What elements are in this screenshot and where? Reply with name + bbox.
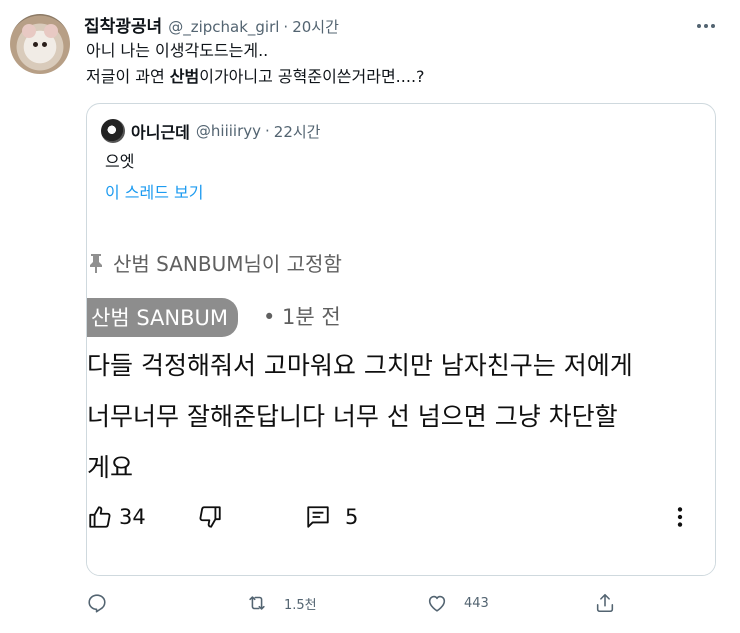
youtube-more	[667, 504, 693, 530]
author-avatar[interactable]	[10, 14, 70, 74]
youtube-reply-count: 5	[345, 505, 359, 529]
tweet-header: 집착광공녀 @_zipchak_girl · 20시간	[84, 12, 339, 37]
youtube-author-chip: 산범 SANBUM	[87, 298, 239, 337]
youtube-like-count: 34	[119, 505, 146, 529]
avatar-ear	[44, 24, 58, 38]
tweet-actions: 1.5천 443	[86, 592, 716, 620]
more-vertical-icon	[677, 507, 683, 527]
tweet-text-segment: 저글이 과연	[86, 67, 170, 86]
pinned-label: 산범 SANBUM님이 고정함	[113, 252, 342, 276]
retweet-button[interactable]: 1.5천	[246, 592, 317, 614]
author-name[interactable]: 집착광공녀	[84, 12, 162, 37]
youtube-like: 34	[87, 504, 146, 530]
thumbs-down-icon	[199, 506, 221, 528]
pin-icon	[90, 253, 102, 273]
youtube-comment-line: 너무너무 잘해준답니다 너무 선 넘으면 그냥 차단할	[87, 402, 618, 431]
share-icon	[596, 593, 614, 613]
heart-icon	[428, 595, 446, 612]
like-button[interactable]: 443	[426, 592, 489, 614]
reply-button[interactable]	[86, 592, 114, 614]
quoted-author-handle: @hiiiiryy	[195, 122, 261, 140]
share-button[interactable]	[594, 592, 616, 614]
tweet-text-segment: 이가아니고 공혁준이쓴거라면....?	[199, 67, 425, 86]
tweet-text: 아니 나는 이생각도드는게.. 저글이 과연 산범이가아니고 공혁준이쓴거라면.…	[86, 38, 425, 90]
retweet-icon	[249, 596, 265, 610]
show-thread-link[interactable]: 이 스레드 보기	[105, 179, 204, 203]
pinned-indicator: 산범 SANBUM님이 고정함	[87, 248, 342, 277]
youtube-comment-actions: 34 5	[87, 500, 715, 540]
youtube-comment-line: 다들 걱정해줘서 고마워요 그치만 남자친구는 저에게	[87, 351, 633, 380]
like-count: 443	[464, 595, 489, 611]
more-horizontal-icon	[697, 24, 715, 28]
quoted-tweet-text: 으엣	[105, 152, 135, 171]
tweet-text-bold: 산범	[169, 67, 200, 86]
retweet-count: 1.5천	[284, 597, 317, 613]
avatar-ear	[22, 24, 36, 38]
tweet-timestamp[interactable]: 20시간	[292, 16, 339, 37]
thumbs-up-icon	[89, 506, 111, 528]
youtube-comment-image: 산범 SANBUM님이 고정함 산범 SANBUM • 1분 전 다들 걱정해줘…	[87, 244, 715, 575]
youtube-comment-time: • 1분 전	[263, 305, 341, 329]
tweet-text-line: 저글이 과연 산범이가아니고 공혁준이쓴거라면....?	[86, 64, 425, 90]
youtube-comment-text: 다들 걱정해줘서 고마워요 그치만 남자친구는 저에게 너무너무 잘해준답니다 …	[87, 340, 633, 493]
comment-icon	[307, 506, 329, 528]
quoted-tweet[interactable]: 아니근데 @hiiiiryy · 22시간 으엣 이 스레드 보기 산범 SAN…	[86, 103, 716, 576]
quoted-author-avatar	[101, 119, 125, 143]
avatar-eye	[42, 42, 47, 47]
quoted-timestamp: 22시간	[273, 122, 321, 141]
tweet-text-line: 아니 나는 이생각도드는게..	[86, 41, 269, 60]
reply-icon	[88, 594, 106, 613]
youtube-replies: 5	[305, 504, 358, 530]
separator-dot: ·	[283, 18, 289, 36]
youtube-dislike	[195, 504, 225, 530]
separator-dot: ·	[265, 122, 270, 140]
quoted-author-name: 아니근데	[131, 123, 190, 142]
author-handle[interactable]: @_zipchak_girl	[168, 18, 279, 36]
more-options-button[interactable]	[694, 14, 718, 38]
avatar-eye	[33, 42, 38, 47]
youtube-comment-line: 게요	[87, 453, 134, 482]
quoted-tweet-header: 아니근데 @hiiiiryy · 22시간	[101, 119, 320, 143]
